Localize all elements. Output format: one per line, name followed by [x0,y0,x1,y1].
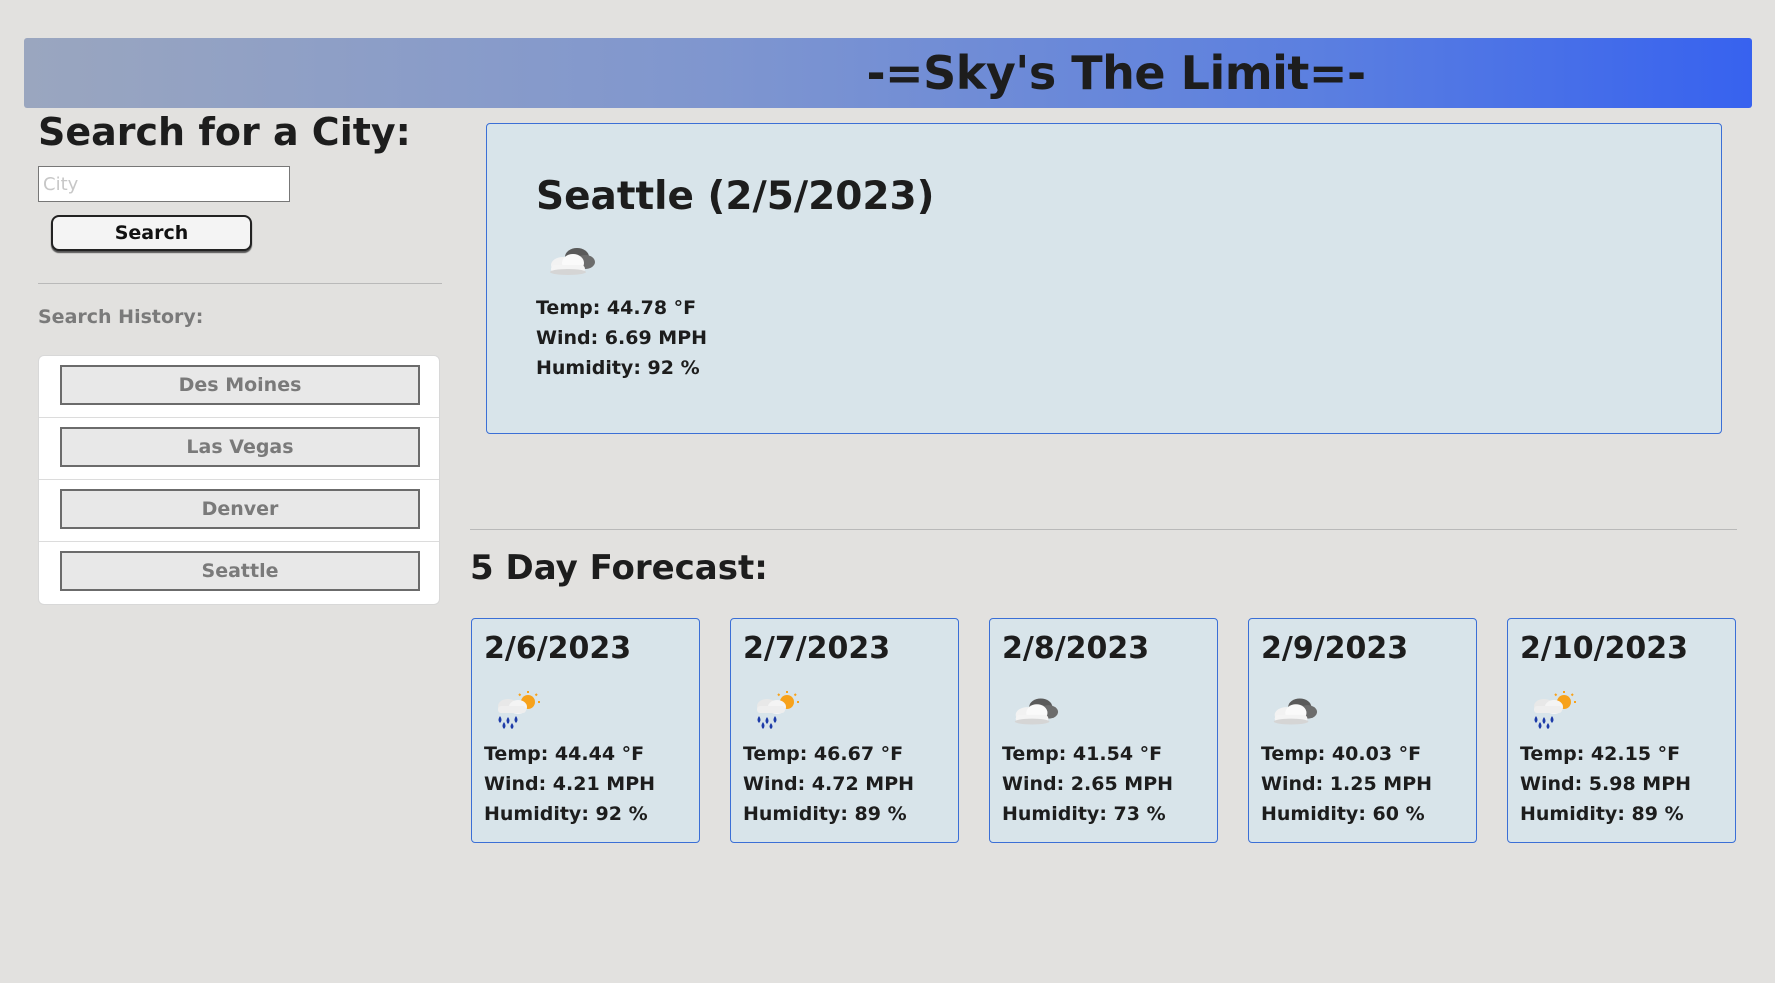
forecast-stats: Temp: 42.15 °F Wind: 5.98 MPH Humidity: … [1520,739,1691,829]
forecast-title: 5 Day Forecast: [470,548,768,588]
history-row: Las Vegas [39,418,439,480]
forecast-stats: Temp: 41.54 °F Wind: 2.65 MPH Humidity: … [1002,739,1173,829]
forecast-humidity: Humidity: 89 % [743,803,907,825]
forecast-card: 2/7/2023 Temp: 46.67 °F Wind: 4.72 MPH H… [730,618,959,843]
search-button[interactable]: Search [51,215,252,251]
search-history-label: Search History: [38,306,204,328]
history-row: Seattle [39,542,439,604]
current-city-date: Seattle (2/5/2023) [536,174,935,219]
history-row: Denver [39,480,439,542]
forecast-humidity: Humidity: 60 % [1261,803,1425,825]
forecast-stats: Temp: 40.03 °F Wind: 1.25 MPH Humidity: … [1261,739,1432,829]
forecast-card: 2/9/2023 Temp: 40.03 °F Wind: 1.25 MPH H… [1248,618,1477,843]
app-title: -=Sky's The Limit=- [866,46,1366,100]
current-temp: Temp: 44.78 °F [536,297,697,319]
cloudy-icon [1008,690,1060,730]
history-item-seattle[interactable]: Seattle [60,551,420,591]
forecast-date: 2/9/2023 [1261,631,1409,666]
history-item-denver[interactable]: Denver [60,489,420,529]
current-weather-card: Seattle (2/5/2023) Temp: 44.78 °F Wind: … [486,123,1722,434]
forecast-wind: Wind: 1.25 MPH [1261,773,1433,795]
sidebar-divider [38,283,442,284]
city-search-input[interactable] [38,166,290,202]
rain-sun-icon [1526,690,1578,730]
cloudy-icon [1267,690,1319,730]
forecast-card: 2/10/2023 Temp: 42.15 °F Wind: 5.98 MPH … [1507,618,1736,843]
forecast-wind: Wind: 2.65 MPH [1002,773,1174,795]
history-row: Des Moines [39,356,439,418]
forecast-humidity: Humidity: 89 % [1520,803,1684,825]
rain-sun-icon [490,690,542,730]
history-item-des-moines[interactable]: Des Moines [60,365,420,405]
search-title: Search for a City: [38,110,411,154]
forecast-temp: Temp: 40.03 °F [1261,743,1422,765]
forecast-date: 2/10/2023 [1520,631,1689,666]
cloudy-icon [543,241,597,279]
current-wind: Wind: 6.69 MPH [536,327,708,349]
forecast-card: 2/8/2023 Temp: 41.54 °F Wind: 2.65 MPH H… [989,618,1218,843]
forecast-date: 2/7/2023 [743,631,891,666]
search-history-list: Des Moines Las Vegas Denver Seattle [38,355,440,605]
forecast-temp: Temp: 42.15 °F [1520,743,1681,765]
forecast-humidity: Humidity: 92 % [484,803,648,825]
forecast-wind: Wind: 5.98 MPH [1520,773,1692,795]
forecast-stats: Temp: 44.44 °F Wind: 4.21 MPH Humidity: … [484,739,655,829]
rain-sun-icon [749,690,801,730]
forecast-date: 2/6/2023 [484,631,632,666]
forecast-temp: Temp: 46.67 °F [743,743,904,765]
forecast-date: 2/8/2023 [1002,631,1150,666]
forecast-temp: Temp: 44.44 °F [484,743,645,765]
forecast-wind: Wind: 4.21 MPH [484,773,656,795]
history-item-las-vegas[interactable]: Las Vegas [60,427,420,467]
current-humidity: Humidity: 92 % [536,357,700,379]
main-divider [470,529,1737,530]
sidebar: Search for a City: Search Search History… [38,108,442,605]
forecast-humidity: Humidity: 73 % [1002,803,1166,825]
forecast-temp: Temp: 41.54 °F [1002,743,1163,765]
current-stats: Temp: 44.78 °F Wind: 6.69 MPH Humidity: … [536,293,707,383]
forecast-wind: Wind: 4.72 MPH [743,773,915,795]
forecast-card: 2/6/2023 Temp: 44.44 °F Wind: 4.21 MPH H… [471,618,700,843]
forecast-stats: Temp: 46.67 °F Wind: 4.72 MPH Humidity: … [743,739,914,829]
app-header: -=Sky's The Limit=- [24,38,1752,108]
